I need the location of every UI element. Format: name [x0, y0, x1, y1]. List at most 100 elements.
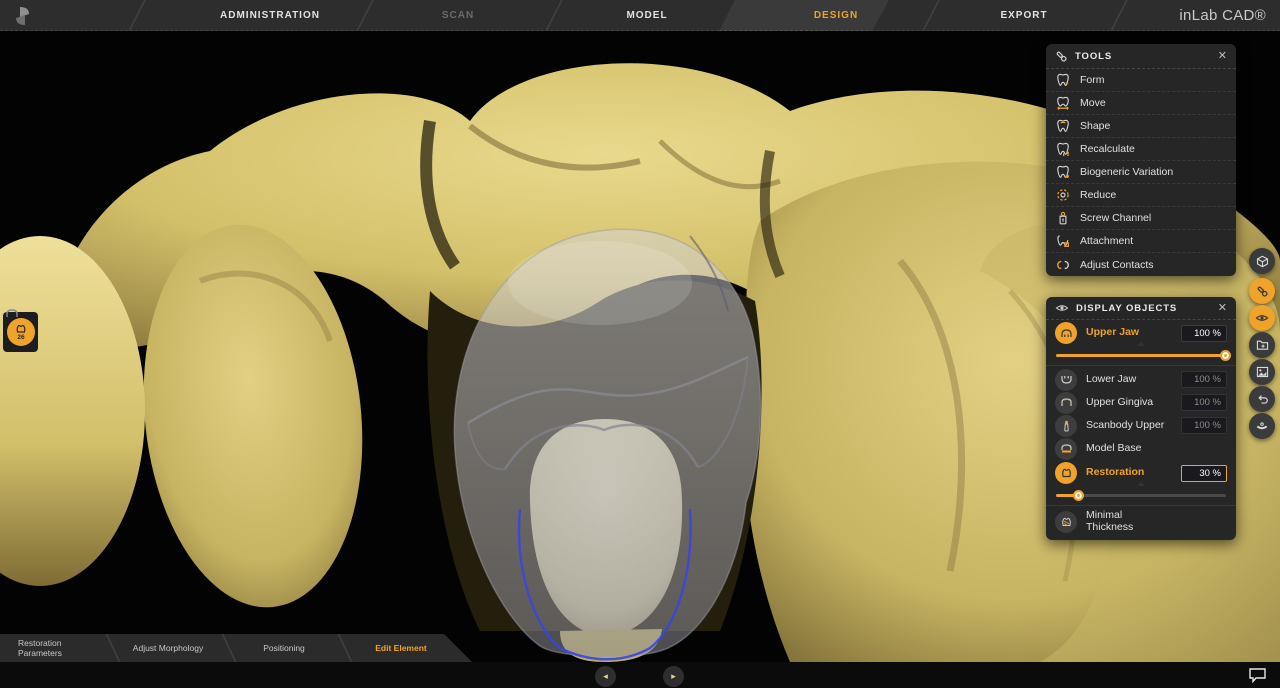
restoration-crown-mesh	[454, 229, 760, 656]
hand-tool-button[interactable]	[1249, 413, 1275, 439]
tools-panel-title: TOOLS	[1075, 51, 1218, 62]
display-item-minimal-thickness[interactable]: Minimal Thickness	[1046, 508, 1236, 536]
upper-jaw-opacity-slider[interactable]	[1046, 346, 1236, 363]
tab-administration[interactable]: ADMINISTRATION	[176, 0, 364, 31]
lower-jaw-icon	[1055, 369, 1077, 391]
upper-gingiva-opacity-value[interactable]: 100 %	[1181, 394, 1227, 411]
model-base-icon	[1055, 438, 1077, 460]
tool-item-label: Attachment	[1080, 235, 1133, 247]
next-step-button[interactable]: ▸	[663, 666, 684, 687]
step-separator	[221, 634, 236, 662]
display-item-lower-jaw[interactable]: Lower Jaw 100 %	[1046, 368, 1236, 391]
shape-tooth-icon	[1056, 119, 1070, 133]
upper-gingiva-icon	[1055, 392, 1077, 414]
tool-item-shape[interactable]: Shape	[1046, 115, 1236, 138]
close-icon[interactable]: ✕	[1218, 51, 1227, 62]
tool-item-label: Biogeneric Variation	[1080, 166, 1173, 178]
tools-icon	[1055, 50, 1068, 63]
tab-model[interactable]: MODEL	[553, 0, 741, 31]
step-separator	[337, 634, 352, 662]
view-cube-icon	[1256, 255, 1269, 268]
tool-item-move[interactable]: Move	[1046, 92, 1236, 115]
tool-item-reduce[interactable]: Reduce	[1046, 184, 1236, 207]
lower-jaw-opacity-value[interactable]: 100 %	[1181, 371, 1227, 388]
arch-icon	[5, 308, 19, 318]
brand-title: inLab CAD®	[1179, 0, 1266, 31]
nav-separator	[128, 0, 146, 31]
step-edit-element[interactable]: Edit Element	[362, 634, 440, 662]
tool-item-label: Shape	[1080, 120, 1110, 132]
restoration-icon	[1055, 462, 1077, 484]
restoration-opacity-slider[interactable]	[1046, 486, 1236, 503]
eye-icon	[1255, 313, 1269, 323]
step-restoration-parameters[interactable]: Restoration Parameters	[18, 634, 94, 662]
bottom-bar: ◂ ▸	[0, 662, 1280, 688]
reduce-icon	[1056, 188, 1070, 202]
feedback-bubble-icon[interactable]	[1248, 667, 1268, 684]
tool-item-adjust-contacts[interactable]: Adjust Contacts	[1046, 253, 1236, 276]
slider-caret	[1137, 482, 1145, 486]
view-cube-button[interactable]	[1249, 248, 1275, 274]
tools-icon	[1256, 285, 1269, 298]
snapshot-button[interactable]	[1249, 359, 1275, 385]
step-adjust-morphology[interactable]: Adjust Morphology	[132, 634, 204, 662]
close-icon[interactable]: ✕	[1218, 303, 1227, 314]
display-item-label: Restoration	[1086, 467, 1181, 479]
tools-panel-toggle[interactable]	[1249, 278, 1275, 304]
upper-jaw-icon	[1055, 322, 1077, 344]
move-tooth-icon	[1056, 96, 1070, 110]
slider-caret	[1137, 342, 1145, 346]
minimal-thickness-icon	[1055, 511, 1077, 533]
recalculate-icon	[1056, 142, 1070, 156]
tooth-number-button[interactable]: 26	[7, 318, 35, 346]
divider	[1046, 365, 1236, 366]
step-separator	[105, 634, 120, 662]
folder-icon	[1256, 339, 1269, 351]
tool-item-recalculate[interactable]: Recalculate	[1046, 138, 1236, 161]
display-item-model-base[interactable]: Model Base	[1046, 437, 1236, 460]
inlab-cad-app: ADMINISTRATION SCAN MODEL DESIGN EXPORT …	[0, 0, 1280, 688]
display-objects-toggle[interactable]	[1249, 305, 1275, 331]
slider-handle[interactable]	[1220, 350, 1231, 361]
tool-item-label: Screw Channel	[1080, 212, 1151, 224]
restoration-opacity-value[interactable]: 30 %	[1181, 465, 1227, 482]
step-positioning[interactable]: Positioning	[248, 634, 320, 662]
tab-design[interactable]: DESIGN	[742, 0, 930, 31]
tools-panel-header: TOOLS ✕	[1046, 44, 1236, 69]
tool-item-label: Recalculate	[1080, 143, 1135, 155]
tooth-number-label: 26	[17, 335, 24, 342]
display-item-scanbody-upper[interactable]: Scanbody Upper 100 %	[1046, 414, 1236, 437]
attachment-icon	[1056, 234, 1070, 248]
slider-handle[interactable]	[1073, 490, 1084, 501]
display-item-label: Scanbody Upper	[1086, 420, 1181, 432]
tool-item-label: Adjust Contacts	[1080, 259, 1154, 271]
tool-item-label: Form	[1080, 74, 1105, 86]
eye-icon	[1055, 303, 1069, 313]
design-step-bar: Restoration Parameters Adjust Morphology…	[0, 634, 472, 662]
tab-scan[interactable]: SCAN	[364, 0, 552, 31]
tool-item-label: Reduce	[1080, 189, 1116, 201]
tool-item-form[interactable]: Form	[1046, 69, 1236, 92]
tool-item-screw-channel[interactable]: Screw Channel	[1046, 207, 1236, 230]
display-item-upper-gingiva[interactable]: Upper Gingiva 100 %	[1046, 391, 1236, 414]
case-details-button[interactable]	[1249, 332, 1275, 358]
tool-item-attachment[interactable]: Attachment	[1046, 230, 1236, 253]
adjust-contacts-icon	[1056, 258, 1070, 272]
tool-item-biogeneric-variation[interactable]: Biogeneric Variation	[1046, 161, 1236, 184]
display-item-label: Upper Jaw	[1086, 327, 1181, 339]
scanbody-upper-icon	[1055, 415, 1077, 437]
divider	[1046, 505, 1236, 506]
form-tooth-icon	[1056, 73, 1070, 87]
app-logo	[10, 4, 34, 28]
scanbody-upper-opacity-value[interactable]: 100 %	[1181, 417, 1227, 434]
upper-jaw-opacity-value[interactable]: 100 %	[1181, 325, 1227, 342]
previous-step-button[interactable]: ◂	[595, 666, 616, 687]
display-item-label: Model Base	[1086, 443, 1227, 455]
undo-arrow-icon	[1256, 393, 1269, 406]
arrow-right-icon: ▸	[671, 671, 676, 682]
image-icon	[1256, 366, 1269, 378]
tab-export[interactable]: EXPORT	[930, 0, 1118, 31]
biogeneric-variation-icon	[1056, 165, 1070, 179]
undo-button[interactable]	[1249, 386, 1275, 412]
tool-item-label: Move	[1080, 97, 1106, 109]
